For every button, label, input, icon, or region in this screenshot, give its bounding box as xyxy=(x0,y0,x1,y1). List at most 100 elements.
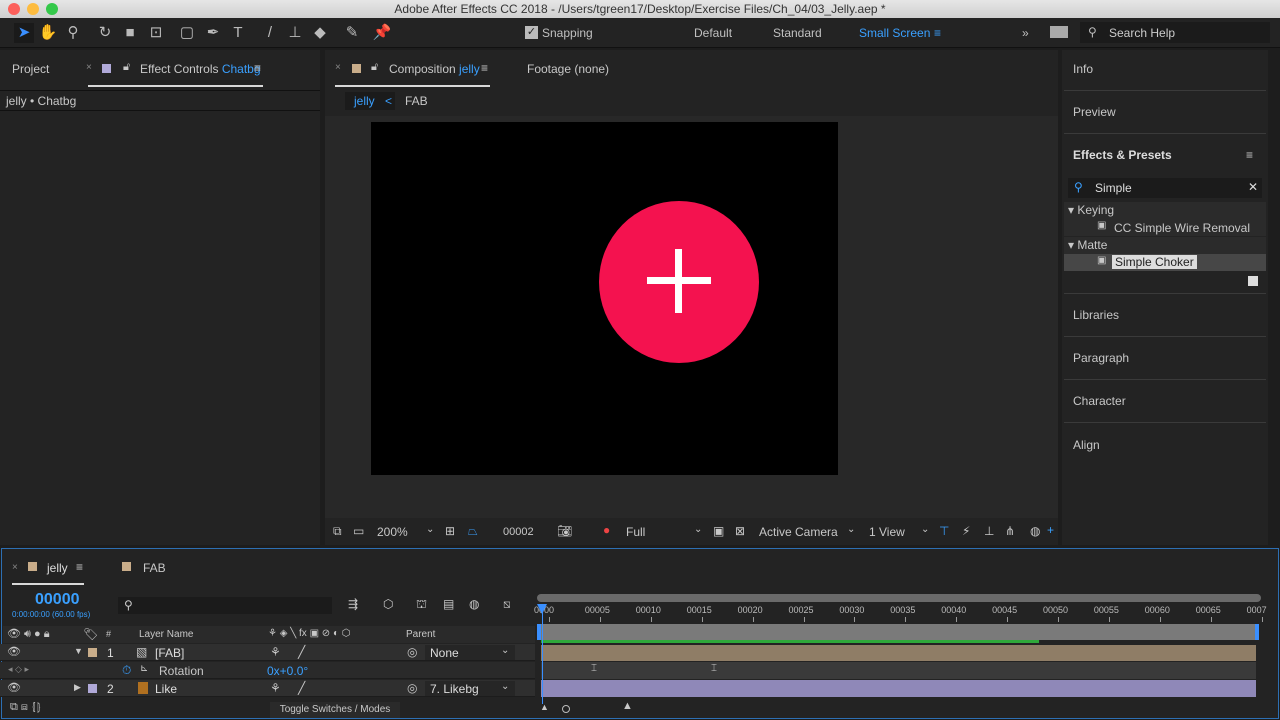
fast-previews-icon[interactable]: ⚡︎ xyxy=(962,524,970,538)
viewer[interactable] xyxy=(325,116,1058,518)
visibility-eye-icon[interactable]: 👁︎ xyxy=(7,645,21,658)
chevron-down-icon[interactable]: ⌄ xyxy=(694,524,702,535)
layer-bar-fab[interactable] xyxy=(541,645,1256,661)
always-preview-icon[interactable]: ⧉ xyxy=(333,524,342,539)
parent-dropdown[interactable]: None ⌄ xyxy=(425,645,515,660)
time-navigator[interactable] xyxy=(537,594,1261,602)
quality-switch-icon[interactable]: ╱ xyxy=(298,645,305,659)
shy-switch-icon[interactable]: ⚘ xyxy=(270,645,281,659)
playhead[interactable] xyxy=(542,604,543,704)
resolution-dropdown[interactable]: Full xyxy=(626,525,645,539)
libraries-panel-header[interactable]: Libraries xyxy=(1073,308,1119,322)
pen-icon[interactable]: ✒ xyxy=(203,23,223,43)
close-tab-icon[interactable]: × xyxy=(335,62,341,73)
timeline-icon[interactable]: ⊥ xyxy=(984,524,994,538)
comp-nav-current[interactable]: jelly < xyxy=(345,92,395,110)
rectangle-icon[interactable]: ▢ xyxy=(177,23,197,43)
quality-switch-icon[interactable]: ╱ xyxy=(298,681,305,695)
monitor-icon[interactable]: ▭ xyxy=(353,524,364,538)
close-tab-icon[interactable]: × xyxy=(86,62,92,73)
tab-footage[interactable]: Footage (none) xyxy=(527,62,609,76)
tree-category-matte[interactable]: ▾ Matte xyxy=(1064,237,1266,254)
tab-effect-controls[interactable]: Effect Controls Chatbg xyxy=(140,62,261,76)
snapshot-icon[interactable]: 📷︎ xyxy=(557,524,572,538)
frame-blending-icon[interactable]: ▤ xyxy=(443,597,454,611)
pickwhip-icon[interactable]: ◎ xyxy=(407,645,417,659)
keyframe-navigator-icons[interactable]: ◂ ◇ ▸ xyxy=(8,664,29,675)
current-time-display[interactable]: 00002 xyxy=(503,526,534,538)
preview-panel-header[interactable]: Preview xyxy=(1073,105,1116,119)
layer-search-field[interactable]: ⚲ xyxy=(118,597,332,614)
brush-icon[interactable]: / xyxy=(260,23,280,43)
tree-item-cc-simple-wire-removal[interactable]: ▣ CC Simple Wire Removal xyxy=(1064,219,1266,236)
clear-search-icon[interactable]: ✕ xyxy=(1248,180,1258,194)
sync-settings-icon[interactable] xyxy=(1050,26,1068,38)
zoom-out-icon[interactable]: ▲ xyxy=(540,702,549,712)
region-of-interest-icon[interactable]: ▣ xyxy=(713,524,724,538)
workspace-menu-icon[interactable]: ≡ xyxy=(934,26,941,40)
layer-name-column-header[interactable]: Layer Name xyxy=(139,629,193,640)
chevron-down-icon[interactable]: ⌄ xyxy=(921,524,929,535)
keyframe-icon[interactable]: ⌶ xyxy=(711,663,717,674)
camera-icon[interactable]: ■ xyxy=(120,23,140,43)
more-workspaces-icon[interactable]: » xyxy=(1022,26,1029,40)
info-panel-header[interactable]: Info xyxy=(1073,62,1093,76)
chevron-down-icon[interactable]: ⌄ xyxy=(847,524,855,535)
expand-arrow-icon[interactable]: ▼ xyxy=(74,646,83,656)
selection-icon[interactable]: ➤ xyxy=(14,23,34,43)
workspace-standard[interactable]: Standard xyxy=(773,26,822,40)
channel-icon[interactable]: ● xyxy=(603,523,610,537)
toggle-pixel-aspect-icon[interactable]: ⊤ xyxy=(939,524,949,538)
paragraph-panel-header[interactable]: Paragraph xyxy=(1073,351,1129,365)
composition-canvas[interactable] xyxy=(371,122,838,475)
align-panel-header[interactable]: Align xyxy=(1073,438,1100,452)
layer-name[interactable]: Like xyxy=(155,682,177,696)
timeline-tab-jelly[interactable]: jelly xyxy=(47,561,68,575)
stopwatch-icon[interactable]: ⏱︎ xyxy=(122,663,131,678)
minimize-window-button[interactable] xyxy=(27,3,39,15)
timeline-tab-fab[interactable]: FAB xyxy=(143,561,166,575)
tree-item-simple-choker[interactable]: ▣ Simple Choker xyxy=(1064,254,1266,271)
effects-search-field[interactable]: ⚲ Simple ✕ xyxy=(1068,178,1262,198)
lock-icon[interactable]: 🔓︎ xyxy=(371,61,378,74)
workspace-default[interactable]: Default xyxy=(694,26,732,40)
layer-label-swatch[interactable] xyxy=(88,648,97,657)
shy-switch-icon[interactable]: ⚘ xyxy=(270,681,281,695)
time-ruler[interactable]: 0000 00005 00010 00015 00020 00025 00030 00035 0… xyxy=(534,603,1267,623)
property-row-rotation[interactable]: ◂ ◇ ▸ ⏱︎ ⊾ Rotation 0x+0.0° xyxy=(0,662,535,679)
transparency-grid-icon[interactable]: ⊠ xyxy=(735,524,745,538)
panel-menu-icon[interactable]: ≡ xyxy=(76,560,83,574)
rotate-icon[interactable]: ↻ xyxy=(95,23,115,43)
parent-dropdown[interactable]: 7. Likebg ⌄ xyxy=(425,681,515,696)
close-tab-icon[interactable]: × xyxy=(12,562,18,573)
snapping-checkbox[interactable]: ✓ xyxy=(525,26,538,39)
lock-icon[interactable]: 🔓︎ xyxy=(123,61,130,74)
graph-icon[interactable]: ⊾ xyxy=(140,663,148,674)
timeline-bottom-icons[interactable]: ⧉ ⧈ ⦃⦄ xyxy=(10,701,42,714)
hand-icon[interactable]: ✋ xyxy=(38,23,58,43)
eraser-icon[interactable]: ◆ xyxy=(310,23,330,43)
tab-composition[interactable]: Composition jelly xyxy=(389,62,480,76)
work-area-bar[interactable] xyxy=(537,624,1259,640)
effects-presets-header[interactable]: Effects & Presets xyxy=(1073,148,1172,162)
keyframe-icon[interactable]: ⌶ xyxy=(591,663,597,674)
view-layout-dropdown[interactable]: 1 View xyxy=(869,525,905,539)
motion-blur-icon[interactable]: ◍ xyxy=(469,597,479,611)
magnification-dropdown[interactable]: 200% xyxy=(377,525,408,539)
pickwhip-icon[interactable]: ◎ xyxy=(407,681,417,695)
zoom-in-icon[interactable]: ▲ xyxy=(622,700,633,712)
panel-menu-icon[interactable]: ≡ xyxy=(1246,148,1253,162)
workspace-small-screen[interactable]: Small Screen xyxy=(859,26,930,40)
layer-name[interactable]: [FAB] xyxy=(155,646,184,660)
pan-behind-icon[interactable]: ⊡ xyxy=(146,23,166,43)
rotation-value[interactable]: 0x+0.0° xyxy=(267,664,308,678)
expand-arrow-icon[interactable]: ▶ xyxy=(74,682,81,693)
clone-stamp-icon[interactable]: ⊥ xyxy=(285,23,305,43)
tab-project[interactable]: Project xyxy=(12,62,49,76)
zoom-icon[interactable]: ⚲ xyxy=(63,23,83,43)
layer-row-2[interactable]: 👁︎ ▶ 2 Like ⚘ ╱ ◎ 7. Likebg ⌄ xyxy=(0,680,535,697)
flowchart-icon[interactable]: ⋔ xyxy=(1005,524,1015,538)
add-icon[interactable]: + xyxy=(1047,523,1054,537)
graph-editor-icon[interactable]: ⧅ xyxy=(503,597,511,612)
roto-brush-icon[interactable]: ✎ xyxy=(342,23,362,43)
